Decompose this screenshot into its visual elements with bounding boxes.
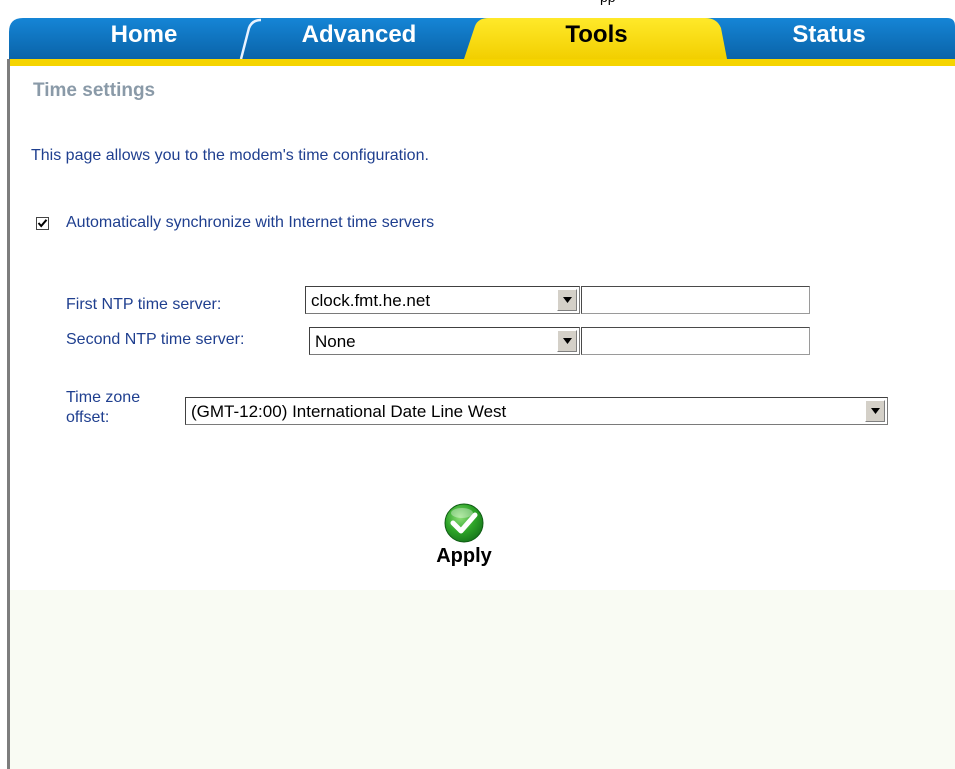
tab-status-label: Status [792, 20, 866, 48]
second-ntp-select[interactable]: None [309, 327, 580, 355]
page-title: Time settings [33, 80, 156, 101]
page-description: This page allows you to the modem's time… [31, 147, 429, 164]
content-lower-panel [10, 590, 955, 769]
timezone-label-line2: offset: [66, 409, 110, 426]
top-tab-bar: Home Advanced Tools Status [9, 14, 955, 59]
sync-label: Automatically synchronize with Internet … [66, 214, 435, 231]
apply-label: Apply [436, 545, 492, 567]
green-check-icon [444, 503, 484, 543]
chevron-down-icon[interactable] [557, 289, 577, 311]
sync-row: Automatically synchronize with Internet … [36, 213, 434, 233]
first-ntp-label: First NTP time server: [66, 296, 222, 313]
top-cut-text: pp [600, 0, 616, 5]
timezone-label-line1: Time zone [66, 389, 141, 406]
timezone-label: Time zone offset: [66, 388, 140, 428]
tab-advanced[interactable]: Advanced [254, 14, 464, 59]
sync-checkbox[interactable] [36, 216, 49, 230]
timezone-value: (GMT-12:00) International Date Line West [191, 402, 507, 421]
tab-home-label: Home [110, 20, 178, 48]
tab-advanced-label: Advanced [301, 20, 417, 48]
left-border [7, 59, 10, 769]
tab-tools[interactable]: Tools [479, 14, 714, 59]
timezone-select[interactable]: (GMT-12:00) International Date Line West [185, 397, 888, 425]
first-ntp-select[interactable]: clock.fmt.he.net [305, 286, 580, 314]
apply-button[interactable]: Apply [428, 500, 500, 572]
first-ntp-custom-input[interactable] [581, 286, 810, 314]
second-ntp-label: Second NTP time server: [66, 331, 245, 348]
tab-underline [9, 59, 955, 66]
chevron-down-icon[interactable] [865, 400, 885, 422]
second-ntp-custom-input[interactable] [581, 327, 810, 355]
check-icon [37, 218, 48, 228]
second-ntp-value: None [315, 332, 356, 351]
tab-home[interactable]: Home [49, 14, 239, 59]
tab-tools-label: Tools [565, 20, 628, 48]
tab-status[interactable]: Status [729, 14, 929, 59]
chevron-down-icon[interactable] [557, 330, 577, 352]
first-ntp-value: clock.fmt.he.net [311, 291, 431, 310]
